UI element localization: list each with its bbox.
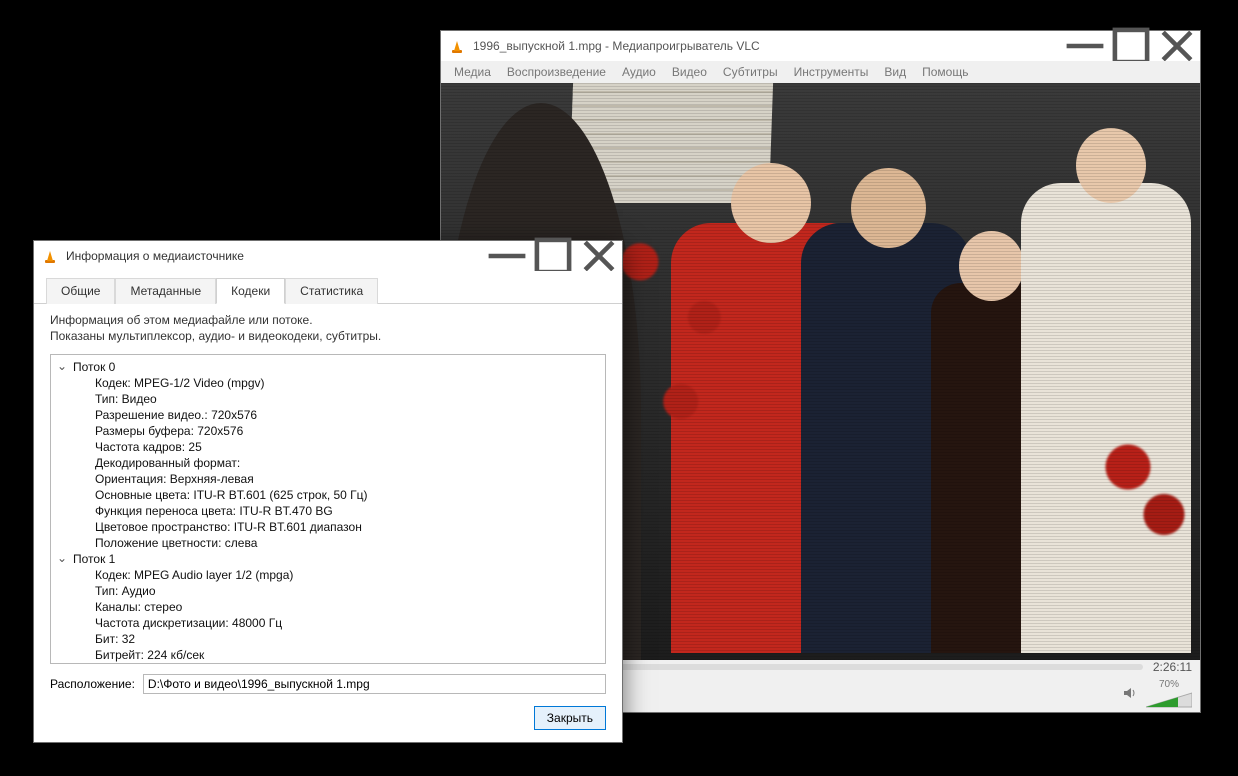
menu-help[interactable]: Помощь (915, 63, 975, 81)
vlc-cone-icon (449, 38, 465, 54)
stream-property[interactable]: Бит: 32 (51, 631, 605, 647)
time-total: 2:26:11 (1153, 660, 1192, 674)
location-label: Расположение: (50, 677, 135, 691)
stream-property[interactable]: Каналы: стерео (51, 599, 605, 615)
minimize-button[interactable] (1062, 31, 1108, 61)
stream-node[interactable]: Поток 1 (51, 551, 605, 567)
location-row: Расположение: (34, 664, 622, 700)
stream-property[interactable]: Основные цвета: ITU-R BT.601 (625 строк,… (51, 487, 605, 503)
menu-subtitles[interactable]: Субтитры (716, 63, 785, 81)
stream-property[interactable]: Тип: Аудио (51, 583, 605, 599)
vlc-titlebar[interactable]: 1996_выпускной 1.mpg - Медиапроигрывател… (441, 31, 1200, 61)
tab-codecs[interactable]: Кодеки (216, 278, 285, 304)
menu-audio[interactable]: Аудио (615, 63, 663, 81)
stream-property[interactable]: Частота кадров: 25 (51, 439, 605, 455)
dialog-close-button[interactable] (576, 241, 622, 271)
menu-tools[interactable]: Инструменты (787, 63, 876, 81)
desc-line-2: Показаны мультиплексор, аудио- и видеоко… (50, 328, 606, 344)
stream-property[interactable]: Функция переноса цвета: ITU-R BT.470 BG (51, 503, 605, 519)
close-button[interactable] (1154, 31, 1200, 61)
maximize-button[interactable] (1108, 31, 1154, 61)
location-input[interactable] (143, 674, 606, 694)
dialog-button-row: Закрыть (34, 700, 622, 742)
stream-property[interactable]: Кодек: MPEG Audio layer 1/2 (mpga) (51, 567, 605, 583)
desc-line-1: Информация об этом медиафайле или потоке… (50, 312, 606, 328)
volume-slider[interactable] (1146, 692, 1192, 708)
menu-video[interactable]: Видео (665, 63, 714, 81)
dialog-description: Информация об этом медиафайле или потоке… (34, 304, 622, 350)
stream-property[interactable]: Ориентация: Верхняя-левая (51, 471, 605, 487)
dialog-minimize-button[interactable] (484, 241, 530, 271)
media-info-dialog: Информация о медиаисточнике Общие Метада… (33, 240, 623, 743)
speaker-icon[interactable] (1122, 685, 1138, 701)
stream-property[interactable]: Размеры буфера: 720x576 (51, 423, 605, 439)
stream-property[interactable]: Частота дискретизации: 48000 Гц (51, 615, 605, 631)
tab-statistics[interactable]: Статистика (285, 278, 378, 304)
tab-general[interactable]: Общие (46, 278, 115, 304)
dialog-maximize-button[interactable] (530, 241, 576, 271)
dialog-title-text: Информация о медиаисточнике (66, 249, 484, 263)
stream-node[interactable]: Поток 0 (51, 359, 605, 375)
codec-tree[interactable]: Поток 0Кодек: MPEG-1/2 Video (mpgv)Тип: … (50, 354, 606, 664)
dialog-close-action-button[interactable]: Закрыть (534, 706, 606, 730)
stream-property[interactable]: Цветовое пространство: ITU-R BT.601 диап… (51, 519, 605, 535)
volume-control: 70% (1122, 679, 1192, 708)
dialog-tabs: Общие Метаданные Кодеки Статистика (34, 271, 622, 304)
vlc-cone-icon (42, 248, 58, 264)
stream-property[interactable]: Декодированный формат: (51, 455, 605, 471)
stream-property[interactable]: Тип: Видео (51, 391, 605, 407)
stream-property[interactable]: Разрешение видео.: 720x576 (51, 407, 605, 423)
window-buttons (1062, 31, 1200, 61)
dialog-titlebar[interactable]: Информация о медиаисточнике (34, 241, 622, 271)
stream-property[interactable]: Положение цветности: слева (51, 535, 605, 551)
vlc-window-title: 1996_выпускной 1.mpg - Медиапроигрывател… (473, 39, 1062, 53)
menu-playback[interactable]: Воспроизведение (500, 63, 613, 81)
dialog-window-buttons (484, 241, 622, 271)
menu-media[interactable]: Медиа (447, 63, 498, 81)
volume-percent: 70% (1159, 679, 1179, 690)
vlc-menubar: Медиа Воспроизведение Аудио Видео Субтит… (441, 61, 1200, 83)
tab-metadata[interactable]: Метаданные (115, 278, 216, 304)
stream-property[interactable]: Кодек: MPEG-1/2 Video (mpgv) (51, 375, 605, 391)
menu-view[interactable]: Вид (877, 63, 913, 81)
stream-property[interactable]: Битрейт: 224 кб/сек (51, 647, 605, 663)
